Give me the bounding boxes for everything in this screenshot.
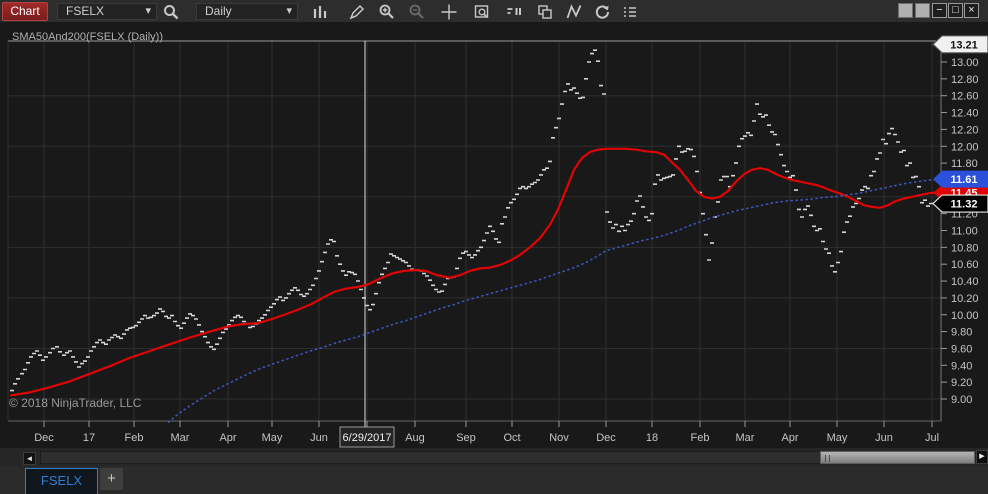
- svg-text:© 2018 NinjaTrader, LLC: © 2018 NinjaTrader, LLC: [9, 396, 142, 410]
- svg-text:17: 17: [83, 432, 95, 444]
- svg-text:9.80: 9.80: [951, 327, 972, 339]
- svg-text:Jun: Jun: [310, 432, 328, 444]
- svg-text:10.20: 10.20: [951, 293, 979, 305]
- svg-text:Jul: Jul: [925, 432, 939, 444]
- svg-text:6/29/2017: 6/29/2017: [343, 432, 392, 444]
- svg-text:10.60: 10.60: [951, 259, 979, 271]
- svg-text:Mar: Mar: [736, 432, 755, 444]
- svg-text:Feb: Feb: [691, 432, 710, 444]
- svg-text:9.40: 9.40: [951, 360, 972, 372]
- scroll-right-button[interactable]: ▶: [976, 450, 988, 464]
- svg-text:10.80: 10.80: [951, 242, 979, 254]
- h-scrollbar-thumb[interactable]: [820, 451, 975, 464]
- svg-text:13.21: 13.21: [950, 39, 978, 51]
- svg-text:18: 18: [646, 432, 658, 444]
- svg-text:12.00: 12.00: [951, 141, 979, 153]
- scroll-left-button[interactable]: ◄: [23, 452, 36, 465]
- price-chart[interactable]: 13.0012.8012.6012.4012.2012.0011.8011.60…: [0, 0, 988, 494]
- svg-text:Feb: Feb: [125, 432, 144, 444]
- scrollbar-grip: [825, 455, 830, 462]
- svg-text:Jun: Jun: [875, 432, 893, 444]
- svg-text:12.80: 12.80: [951, 74, 979, 86]
- svg-text:SMA50And200(FSELX (Daily)): SMA50And200(FSELX (Daily)): [12, 31, 163, 43]
- svg-text:Dec: Dec: [596, 432, 616, 444]
- svg-text:Apr: Apr: [219, 432, 236, 444]
- svg-text:Aug: Aug: [405, 432, 425, 444]
- svg-text:9.60: 9.60: [951, 343, 972, 355]
- svg-text:12.60: 12.60: [951, 91, 979, 103]
- svg-text:Dec: Dec: [34, 432, 54, 444]
- svg-text:May: May: [827, 432, 848, 444]
- chart-window: Chart FSELX ▾ Daily ▾ − □ × 13.00 12.80 12.6…: [0, 0, 988, 494]
- svg-text:9.00: 9.00: [951, 394, 972, 406]
- svg-text:12.20: 12.20: [951, 124, 979, 136]
- tab-strip: FSELX +: [0, 466, 988, 494]
- add-tab-button[interactable]: +: [100, 468, 123, 490]
- svg-text:10.40: 10.40: [951, 276, 979, 288]
- svg-text:Apr: Apr: [781, 432, 798, 444]
- svg-text:13.00: 13.00: [951, 57, 979, 69]
- svg-text:Mar: Mar: [171, 432, 190, 444]
- svg-text:11.61: 11.61: [951, 174, 978, 186]
- svg-text:11.32: 11.32: [951, 199, 978, 211]
- svg-text:12.40: 12.40: [951, 108, 979, 120]
- svg-text:11.00: 11.00: [951, 226, 978, 238]
- svg-text:10.00: 10.00: [951, 310, 979, 322]
- svg-text:9.20: 9.20: [951, 377, 972, 389]
- svg-text:Oct: Oct: [503, 432, 520, 444]
- svg-text:Sep: Sep: [456, 432, 476, 444]
- svg-text:May: May: [262, 432, 283, 444]
- svg-text:11.80: 11.80: [951, 158, 978, 170]
- svg-text:Nov: Nov: [549, 432, 569, 444]
- scroll-strip: ◄ ▶: [0, 448, 988, 466]
- tab-fselx[interactable]: FSELX: [25, 468, 98, 494]
